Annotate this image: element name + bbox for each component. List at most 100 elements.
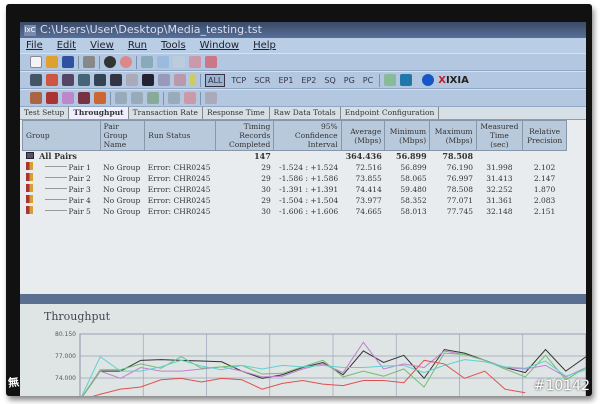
group-collapse-icon[interactable] [25,152,34,160]
link-icon[interactable] [168,92,180,104]
pair-tool-icon[interactable] [62,92,74,104]
filter-all[interactable]: ALL [205,73,226,87]
unlink-icon[interactable] [184,92,196,104]
col-group[interactable]: Group [22,120,101,151]
multicast-icon[interactable] [46,74,58,86]
script-edit-icon[interactable] [126,74,138,86]
edit-pair-icon[interactable] [189,56,201,68]
toolbar-filters: ALL TCP SCR EP1 EP2 SQ PG PC XIXIA [20,71,586,89]
filter-ep2[interactable]: EP2 [299,76,318,85]
separator [99,55,100,69]
collapse-icon[interactable] [131,92,143,104]
hint-icon[interactable] [190,74,196,86]
info-icon[interactable] [422,74,435,86]
pair-icon[interactable] [30,74,42,86]
all-maximum: 78.508 [442,151,474,162]
menu-run[interactable]: Run [128,38,147,53]
run-icon[interactable] [104,56,116,68]
hardware-icon[interactable] [142,74,154,86]
table-row[interactable]: Pair 2 No Group Error: CHR0245 29 -1.586 : +… [23,173,567,184]
tab-test-setup[interactable]: Test Setup [20,107,70,119]
cell-precision: 1.870 [533,184,556,194]
options-icon[interactable] [174,74,186,86]
cell-minimum: 56.899 [400,162,427,172]
voip-icon[interactable] [110,74,122,86]
pair-tool-icon[interactable] [46,92,58,104]
filter-ep1[interactable]: EP1 [276,76,295,85]
cell-minimum: 58.352 [400,195,427,205]
globe-icon[interactable] [384,74,397,86]
all-records: 147 [254,151,271,162]
filter-tcp[interactable]: TCP [229,76,248,85]
copy-icon[interactable] [173,56,185,68]
run-status: Error: CHR0245 [147,195,211,205]
menu-tools[interactable]: Tools [161,38,186,53]
expand-icon[interactable] [115,92,127,104]
col-confidence[interactable]: 95% Confidence Interval [273,120,342,151]
chart-title: Throughput [44,310,111,323]
menu-window[interactable]: Window [200,38,239,53]
properties-icon[interactable] [205,92,217,104]
col-measured-time[interactable]: Measured Time (sec) [475,120,524,151]
refresh-icon[interactable] [141,56,153,68]
clipboard-icon[interactable] [30,92,42,104]
tab-throughput[interactable]: Throughput [69,107,129,119]
menu-file[interactable]: File [26,38,43,53]
col-timing-records[interactable]: Timing Records Completed [215,120,275,151]
table-row[interactable]: Pair 3 No Group Error: CHR0245 30 -1.391 : +… [23,184,567,195]
cell-measured-time: 31.413 [486,173,513,183]
throughput-chart: Throughput 80.15077.00074.00071.000 [20,304,586,396]
endpoint-icon[interactable] [62,74,74,86]
ixchariot-window: IxC C:\Users\User\Desktop\Media_testing.… [20,22,586,396]
network-icon[interactable] [78,74,90,86]
menu-edit[interactable]: Edit [57,38,76,53]
print-icon[interactable] [83,56,95,68]
filter-scr[interactable]: SCR [252,76,272,85]
splitter[interactable] [20,294,586,304]
tab-transaction-rate[interactable]: Transaction Rate [129,107,203,119]
cell-minimum: 58.065 [400,173,427,183]
save-icon[interactable] [62,56,74,68]
new-icon[interactable] [30,56,42,68]
pair-name: Pair 2 [68,174,91,183]
delete-icon[interactable] [205,56,217,68]
stop-icon[interactable] [120,56,132,68]
tab-endpoint-configuration[interactable]: Endpoint Configuration [341,107,440,119]
filter-pc[interactable]: PC [361,76,375,85]
sort-icon[interactable] [94,92,106,104]
tab-raw-data-totals[interactable]: Raw Data Totals [270,107,341,119]
col-average[interactable]: Average (Mbps) [340,120,386,151]
all-average: 364.436 [345,151,382,162]
tab-response-time[interactable]: Response Time [203,107,270,119]
separator [379,73,381,87]
video-icon[interactable] [94,74,106,86]
col-minimum[interactable]: Minimum (Mbps) [384,120,431,151]
cell-average: 74.665 [355,206,382,216]
update-icon[interactable] [400,74,413,86]
results-table: Group Pair Group Name Run Status Timing … [22,120,567,217]
col-maximum[interactable]: Maximum (Mbps) [429,120,477,151]
open-icon[interactable] [46,56,58,68]
all-pairs-label: All Pairs [39,151,77,162]
menu-view[interactable]: View [90,38,114,53]
filter-pg[interactable]: PG [342,76,357,85]
all-pairs-row[interactable]: All Pairs 147 364.436 56.899 78.508 [23,151,567,162]
col-relative-precision[interactable]: Relative Precision [522,120,567,151]
col-run-status[interactable]: Run Status [144,120,217,151]
pair-icon [25,195,33,203]
menu-help[interactable]: Help [253,38,276,53]
pair-name: Pair 3 [68,185,91,194]
group-icon[interactable] [78,92,90,104]
run-status: Error: CHR0245 [147,162,211,172]
table-row[interactable]: Pair 1 No Group Error: CHR0245 29 -1.524 : +… [23,162,567,173]
table-row[interactable]: Pair 5 No Group Error: CHR0245 30 -1.606 : +… [23,206,567,217]
table-row[interactable]: Pair 4 No Group Error: CHR0245 29 -1.504 : +… [23,195,567,206]
ixia-logo: XIXIA [438,74,469,86]
filter-sq[interactable]: SQ [322,76,337,85]
check-icon[interactable] [147,92,159,104]
pair-icon [25,206,33,214]
application-icon[interactable] [158,74,170,86]
menu-bar: File Edit View Run Tools Window Help [20,38,586,53]
add-icon[interactable] [157,56,169,68]
col-pair-group-name[interactable]: Pair Group Name [99,120,146,151]
